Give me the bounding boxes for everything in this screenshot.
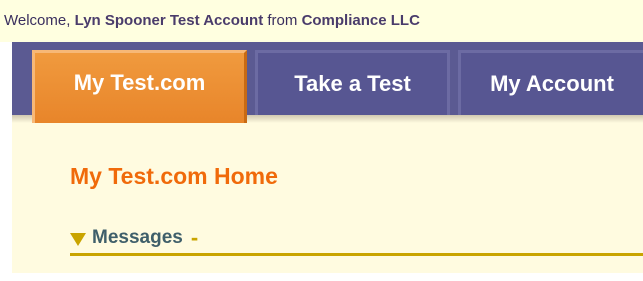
welcome-from: from [267,12,298,29]
tab-take-a-test-label: Take a Test [294,71,411,96]
messages-label: Messages [92,227,183,248]
welcome-company: Compliance LLC [301,12,420,29]
triangle-down-icon[interactable] [70,232,86,246]
tab-my-test-com[interactable]: My Test.com [32,50,247,123]
welcome-prefix: Welcome, [4,12,71,29]
tab-my-test-com-label: My Test.com [73,70,206,95]
tab-my-account[interactable]: My Account [458,50,643,115]
tab-take-a-test[interactable]: Take a Test [255,50,450,115]
tab-my-account-label: My Account [490,71,614,96]
messages-collapse-toggle[interactable]: - [191,225,198,251]
page: Welcome, Lyn Spooner Test Account from C… [0,0,643,281]
messages-section-header[interactable]: Messages - [70,225,643,251]
welcome-user-name: Lyn Spooner Test Account [74,12,264,29]
page-title: My Test.com Home [70,163,278,189]
welcome-bar: Welcome, Lyn Spooner Test Account from C… [0,0,643,42]
messages-divider [70,253,643,256]
